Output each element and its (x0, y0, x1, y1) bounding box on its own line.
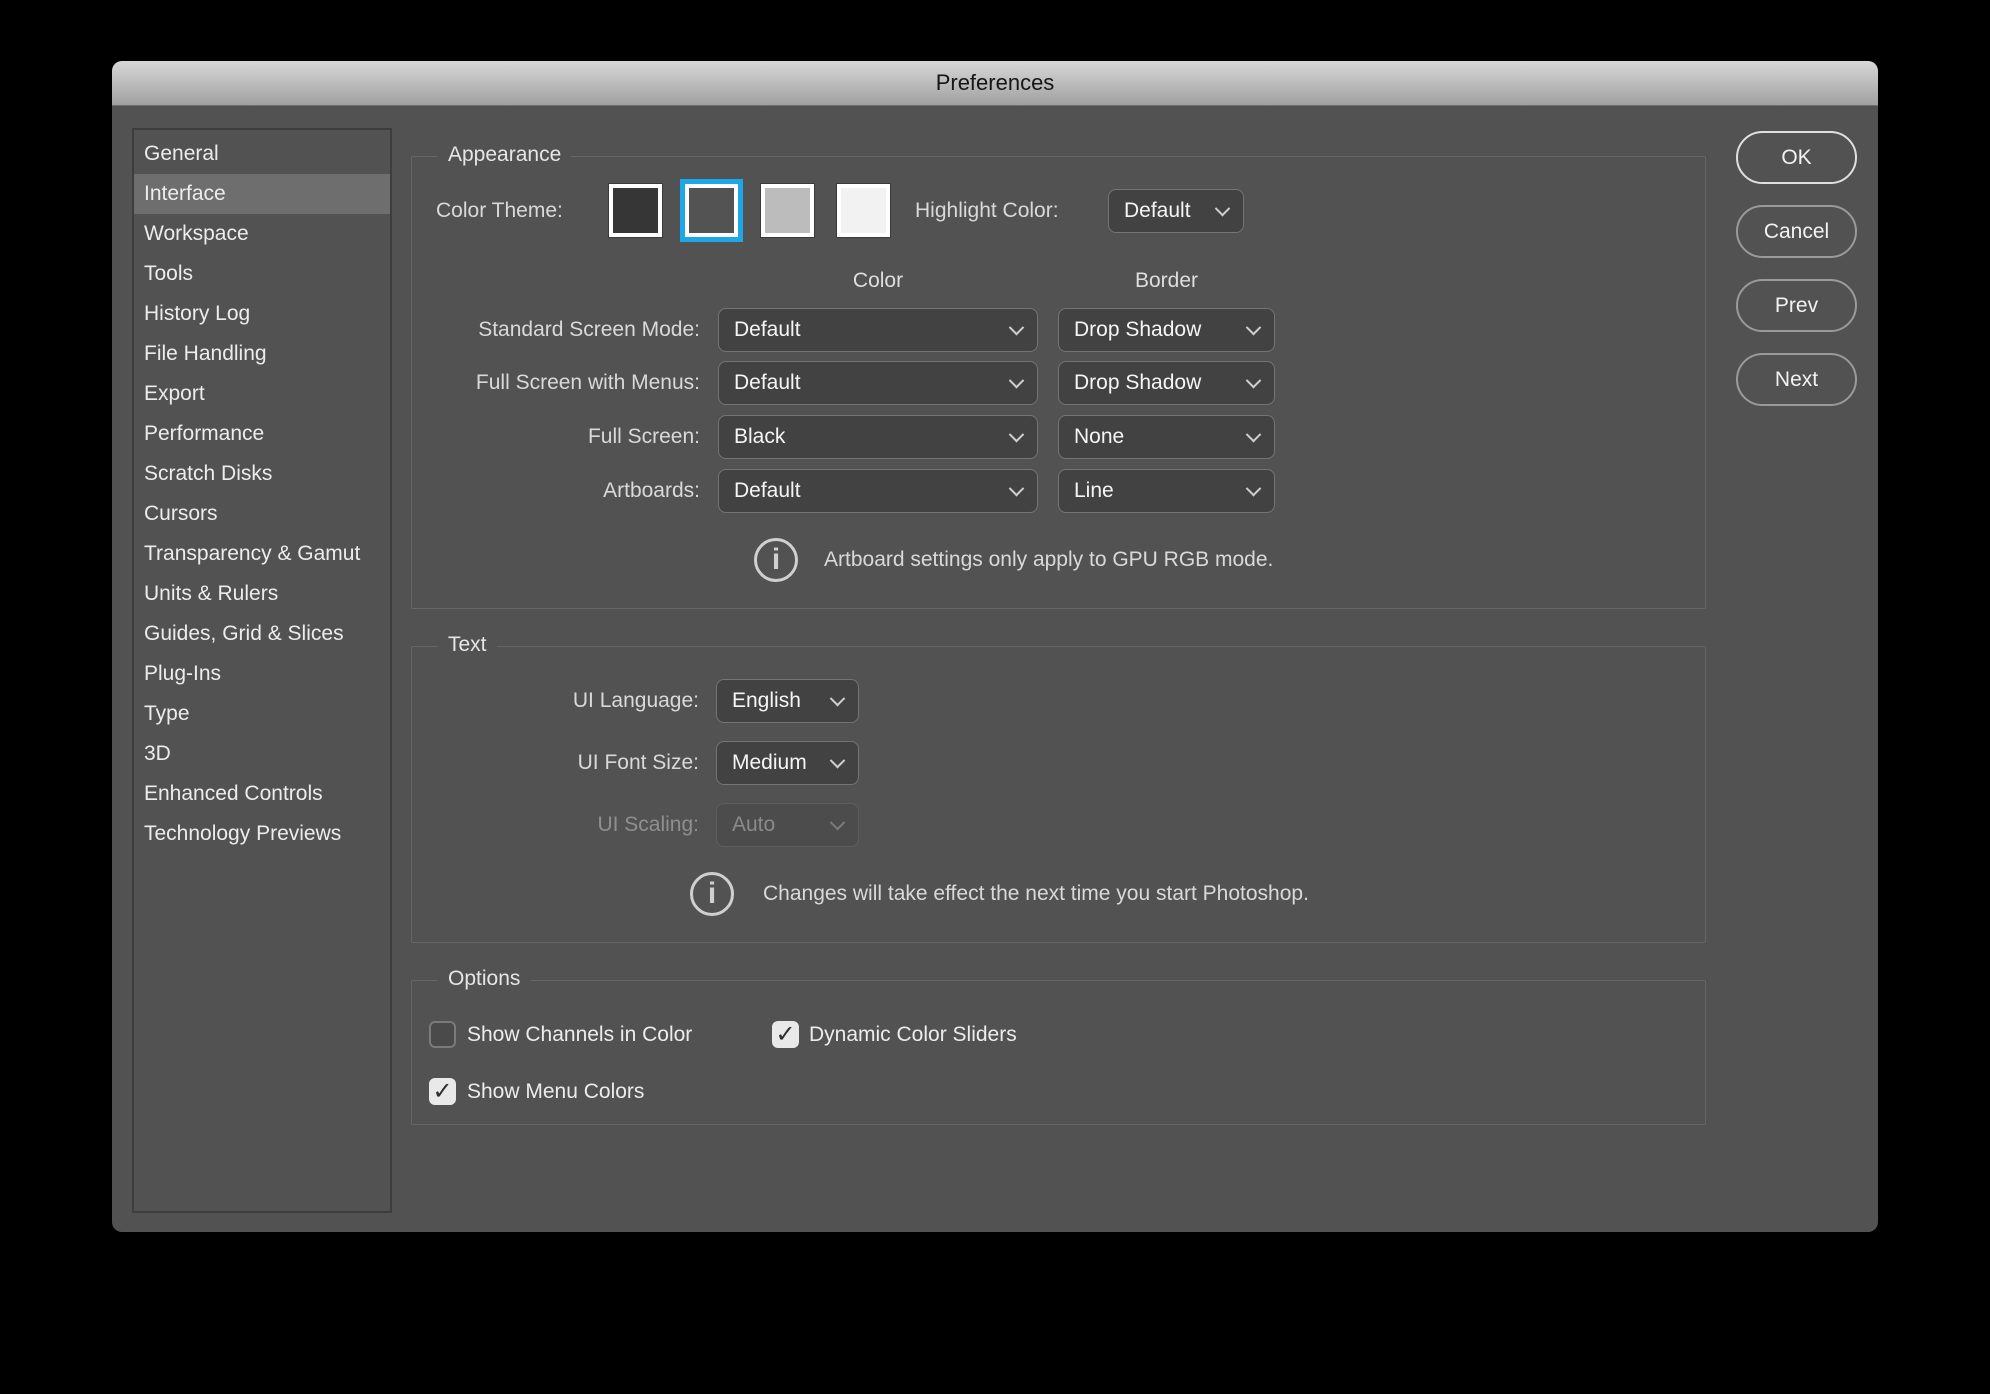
sidebar-item-tools[interactable]: Tools (134, 254, 390, 294)
sidebar-item-enhanced-controls[interactable]: Enhanced Controls (134, 774, 390, 814)
chevron-down-icon (1246, 426, 1262, 442)
full-screen-menus-color-select[interactable]: Default (718, 361, 1038, 405)
sidebar-item-cursors[interactable]: Cursors (134, 494, 390, 534)
sidebar-item-plug-ins[interactable]: Plug-Ins (134, 654, 390, 694)
ui-font-size-select[interactable]: Medium (716, 741, 859, 785)
prev-button[interactable]: Prev (1736, 279, 1857, 332)
standard-screen-mode-label: Standard Screen Mode: (436, 308, 700, 352)
highlight-color-select[interactable]: Default (1108, 189, 1244, 233)
full-screen-menus-border-value: Drop Shadow (1074, 371, 1201, 395)
theme-swatch-white[interactable] (837, 184, 890, 237)
standard-screen-mode-color-value: Default (734, 318, 801, 342)
sidebar-item-performance[interactable]: Performance (134, 414, 390, 454)
chevron-down-icon (830, 752, 846, 768)
ui-font-size-value: Medium (732, 751, 807, 775)
sidebar-item-guides-grid-slices[interactable]: Guides, Grid & Slices (134, 614, 390, 654)
standard-screen-mode-color-select[interactable]: Default (718, 308, 1038, 352)
info-icon: i (754, 538, 798, 582)
sidebar-item-general[interactable]: General (134, 134, 390, 174)
sidebar-item-export[interactable]: Export (134, 374, 390, 414)
sidebar-item-history-log[interactable]: History Log (134, 294, 390, 334)
standard-screen-mode-border-value: Drop Shadow (1074, 318, 1201, 342)
full-screen-label: Full Screen: (436, 415, 700, 459)
appearance-group: Appearance Color Theme: Highlight Color:… (411, 156, 1706, 609)
next-button[interactable]: Next (1736, 353, 1857, 406)
full-screen-menus-color-value: Default (734, 371, 801, 395)
full-screen-color-value: Black (734, 425, 785, 449)
color-theme-label: Color Theme: (436, 199, 563, 223)
sidebar-item-interface[interactable]: Interface (134, 174, 390, 214)
theme-swatch-medium-dark-selected[interactable] (685, 184, 738, 237)
cancel-button[interactable]: Cancel (1736, 205, 1857, 258)
color-theme-swatches (609, 184, 890, 237)
sidebar-item-technology-previews[interactable]: Technology Previews (134, 814, 390, 854)
show-menu-colors-checkbox[interactable]: ✓ (429, 1078, 456, 1105)
ui-scaling-label: UI Scaling: (436, 803, 699, 847)
border-column-header: Border (1058, 269, 1275, 293)
chevron-down-icon (1009, 319, 1025, 335)
artboards-border-select[interactable]: Line (1058, 469, 1275, 513)
chevron-down-icon (1215, 200, 1231, 216)
highlight-color-label: Highlight Color: (915, 199, 1059, 223)
standard-screen-mode-border-select[interactable]: Drop Shadow (1058, 308, 1275, 352)
restart-info-text: Changes will take effect the next time y… (763, 872, 1309, 916)
text-group: Text UI Language: English UI Font Size: … (411, 646, 1706, 943)
ui-language-select[interactable]: English (716, 679, 859, 723)
check-icon: ✓ (775, 1020, 795, 1049)
ui-language-label: UI Language: (436, 679, 699, 723)
ok-button[interactable]: OK (1736, 131, 1857, 184)
check-icon: ✓ (432, 1077, 452, 1106)
preferences-dialog: Preferences General Interface Workspace … (112, 61, 1878, 1232)
full-screen-menus-label: Full Screen with Menus: (436, 361, 700, 405)
ui-scaling-select: Auto (716, 803, 859, 847)
full-screen-color-select[interactable]: Black (718, 415, 1038, 459)
dialog-buttons: OK Cancel Prev Next (1736, 131, 1857, 406)
show-channels-in-color-label[interactable]: Show Channels in Color (467, 1021, 692, 1048)
artboards-color-select[interactable]: Default (718, 469, 1038, 513)
show-channels-in-color-checkbox[interactable] (429, 1021, 456, 1048)
color-column-header: Color (718, 269, 1038, 293)
highlight-color-value: Default (1124, 199, 1191, 223)
info-icon: i (690, 872, 734, 916)
title-bar[interactable]: Preferences (112, 61, 1878, 106)
artboards-label: Artboards: (436, 469, 700, 513)
dynamic-color-sliders-checkbox[interactable]: ✓ (772, 1021, 799, 1048)
chevron-down-icon (1246, 319, 1262, 335)
window-title: Preferences (936, 70, 1055, 96)
sidebar-item-units-rulers[interactable]: Units & Rulers (134, 574, 390, 614)
theme-swatch-dark[interactable] (609, 184, 662, 237)
show-menu-colors-label[interactable]: Show Menu Colors (467, 1078, 644, 1105)
chevron-down-icon (1246, 480, 1262, 496)
ui-font-size-label: UI Font Size: (436, 741, 699, 785)
full-screen-border-value: None (1074, 425, 1124, 449)
sidebar-item-transparency-gamut[interactable]: Transparency & Gamut (134, 534, 390, 574)
ui-language-value: English (732, 689, 801, 713)
artboard-info-text: Artboard settings only apply to GPU RGB … (824, 538, 1273, 582)
chevron-down-icon (1009, 480, 1025, 496)
chevron-down-icon (1246, 372, 1262, 388)
sidebar-item-workspace[interactable]: Workspace (134, 214, 390, 254)
chevron-down-icon (1009, 372, 1025, 388)
artboards-border-value: Line (1074, 479, 1114, 503)
options-group: Options Show Channels in Color ✓ Dynamic… (411, 980, 1706, 1125)
artboards-color-value: Default (734, 479, 801, 503)
chevron-down-icon (830, 814, 846, 830)
appearance-legend: Appearance (438, 143, 571, 167)
sidebar-item-3d[interactable]: 3D (134, 734, 390, 774)
sidebar-item-scratch-disks[interactable]: Scratch Disks (134, 454, 390, 494)
text-legend: Text (438, 633, 497, 657)
chevron-down-icon (830, 690, 846, 706)
preferences-sidebar: General Interface Workspace Tools Histor… (132, 128, 392, 1213)
full-screen-menus-border-select[interactable]: Drop Shadow (1058, 361, 1275, 405)
sidebar-item-file-handling[interactable]: File Handling (134, 334, 390, 374)
sidebar-item-type[interactable]: Type (134, 694, 390, 734)
options-legend: Options (438, 967, 530, 991)
chevron-down-icon (1009, 426, 1025, 442)
dynamic-color-sliders-label[interactable]: Dynamic Color Sliders (809, 1021, 1017, 1048)
theme-swatch-light-gray[interactable] (761, 184, 814, 237)
full-screen-border-select[interactable]: None (1058, 415, 1275, 459)
ui-scaling-value: Auto (732, 813, 775, 837)
